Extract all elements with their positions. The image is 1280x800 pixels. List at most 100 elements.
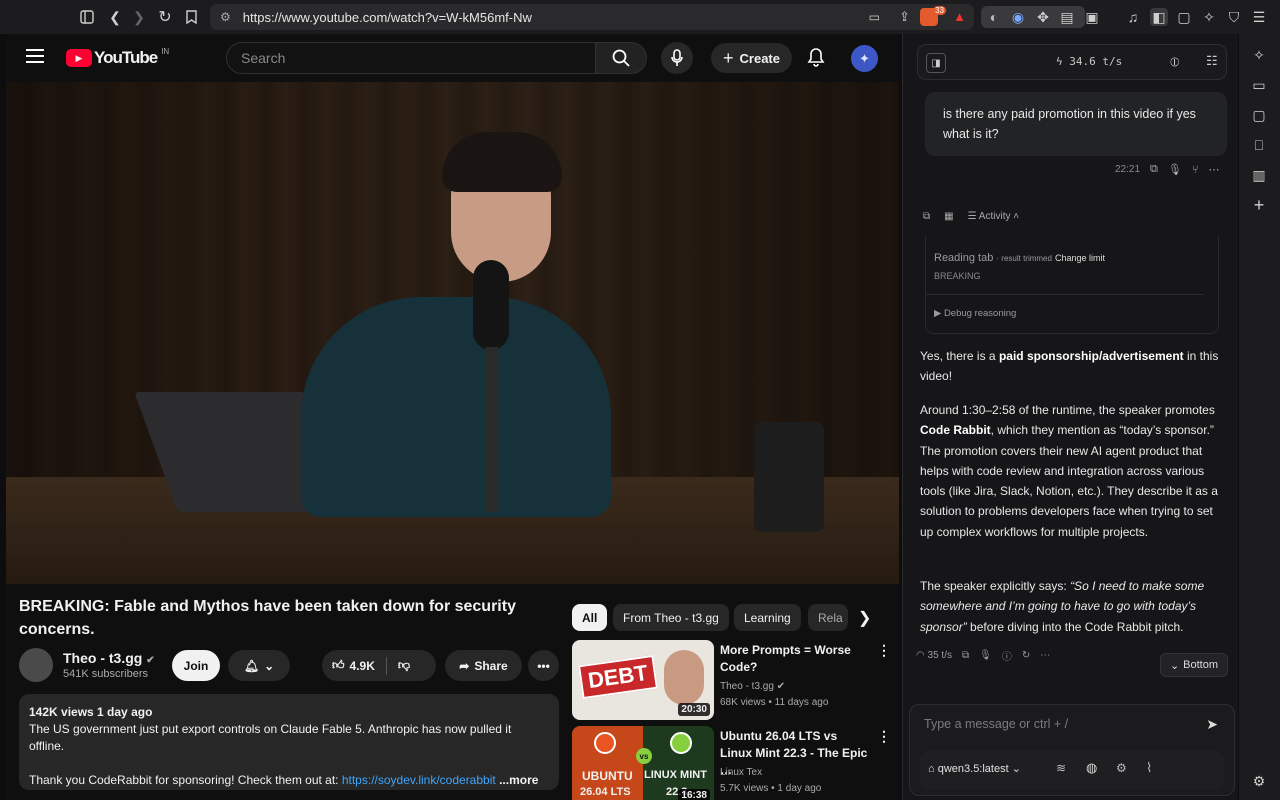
table-icon[interactable]: ▦ [944, 211, 953, 222]
microphone-icon[interactable]: 🎙︎ [979, 650, 992, 661]
wallet-icon[interactable]: ▢ [1250, 106, 1268, 124]
video-thumbnail[interactable]: vs UBUNTU LINUX MINT 26.04 LTS 22.3 16:3… [572, 726, 714, 800]
sidebar-toggle-icon[interactable]: ◧ [1150, 8, 1168, 26]
send-icon[interactable]: ➤ [1206, 716, 1218, 733]
more-vertical-icon[interactable]: ⋮ [877, 728, 891, 745]
cast-icon[interactable]: ▭ [869, 10, 880, 24]
bookmark-icon[interactable] [182, 8, 200, 26]
description-line: Thank you CodeRabbit for sponsoring! Che… [29, 773, 342, 787]
message-input[interactable]: Type a message or ctrl + / [924, 717, 1068, 731]
video-duration: 16:38 [678, 789, 710, 800]
menu-icon[interactable]: ☰ [1250, 8, 1268, 26]
extension-icon[interactable]: ◐ [985, 8, 1003, 26]
microphone-icon[interactable]: 🎙︎ [1168, 163, 1182, 176]
show-more-link[interactable]: ...more [499, 773, 538, 787]
search-input[interactable]: Search [226, 42, 596, 74]
brain-icon[interactable]: ⦶ [1170, 54, 1179, 70]
activity-panel: Reading tab · result trimmed Change limi… [925, 236, 1219, 334]
recommendation-meta: 5.7K views • 1 day ago [720, 783, 822, 794]
scroll-bottom-button[interactable]: ⌄ Bottom [1160, 653, 1228, 677]
join-button[interactable]: Join [172, 650, 220, 681]
like-icon[interactable]: 👍︎ [332, 658, 345, 673]
branch-icon[interactable]: ⑂ [1192, 164, 1199, 176]
robot-icon: ⌂ [928, 763, 935, 775]
activity-toggle[interactable]: ☰ Activity ˄ [968, 211, 1020, 222]
reload-icon[interactable]: ↻ [156, 8, 174, 26]
forward-icon[interactable]: ❯ [130, 8, 148, 26]
voice-search-button[interactable] [661, 42, 693, 74]
plus-icon: + [723, 47, 734, 68]
globe-icon[interactable]: ◍ [1086, 760, 1097, 776]
extensions-icon[interactable]: ✥ [1034, 8, 1052, 26]
panel-toggle-icon[interactable]: ◨ [926, 53, 946, 73]
copy-icon[interactable]: ⧉ [962, 650, 969, 661]
playlist-icon[interactable]: ▭ [1250, 76, 1268, 94]
model-selector[interactable]: ⌂ qwen3.5:latest ⌄ [928, 762, 1021, 775]
regenerate-icon[interactable]: ↻ [1022, 650, 1030, 661]
response-bold: Code Rabbit [920, 423, 991, 438]
address-bar[interactable]: ⚙ https://www.youtube.com/watch?v=W-kM56… [210, 4, 974, 30]
add-panel-icon[interactable]: + [1250, 195, 1268, 215]
chip-from-channel[interactable]: From Theo - t3.gg [613, 604, 729, 631]
sources-icon[interactable]: ⧉ [923, 211, 930, 222]
subscribe-bell-button[interactable]: 🔔︎ ⌄ [228, 650, 290, 681]
vpn-icon[interactable]: ⛉ [1225, 8, 1243, 26]
share-icon[interactable]: ⇪ [899, 9, 910, 25]
chip-learning[interactable]: Learning [734, 604, 801, 631]
ubuntu-logo-icon [594, 732, 616, 754]
extension-icon[interactable]: ◉ [1009, 8, 1027, 26]
video-player[interactable] [6, 82, 899, 584]
share-button[interactable]: ➦ Share [445, 650, 522, 681]
hamburger-menu-icon[interactable] [26, 49, 44, 63]
channel-avatar[interactable] [19, 648, 53, 682]
more-vertical-icon[interactable]: ⋮ [877, 642, 891, 659]
tools-icon[interactable]: ⚙ [1116, 761, 1127, 775]
leo-icon[interactable]: ✧ [1200, 8, 1218, 26]
chip-related[interactable]: Rela [808, 604, 848, 631]
url-text: https://www.youtube.com/watch?v=W-kM56mf… [242, 9, 532, 25]
change-limit-link[interactable]: Change limit [1055, 253, 1105, 263]
video-thumbnail[interactable]: DEBT 20:30 [572, 640, 714, 720]
reading-tab-label: Reading tab [934, 252, 994, 264]
recommendation-item[interactable]: vs UBUNTU LINUX MINT 26.04 LTS 22.3 16:3… [572, 726, 894, 800]
search-button[interactable] [595, 42, 647, 74]
recommendation-item[interactable]: DEBT 20:30 More Prompts = Worse Code? Th… [572, 640, 894, 720]
like-count[interactable]: 4.9K [350, 659, 375, 673]
browser-toolbar: ❮ ❯ ↻ ⚙ https://www.youtube.com/watch?v=… [0, 0, 1280, 34]
debug-reasoning-toggle[interactable]: ▶ Debug reasoning [934, 308, 1016, 319]
reading-list-icon[interactable]: ▥ [1250, 166, 1268, 184]
chip-all[interactable]: All [572, 604, 608, 631]
search-tab-icon[interactable]: ▣ [1083, 8, 1101, 26]
youtube-page: ▶ YouTube IN Search + Create ✦ BREAKING: … [6, 34, 899, 800]
info-icon[interactable]: ⓘ [1002, 648, 1012, 663]
sidebar-icon[interactable] [78, 8, 96, 26]
notifications-bell-icon[interactable] [807, 47, 825, 72]
attachment-icon[interactable]: ⌇ [1146, 760, 1152, 776]
back-icon[interactable]: ❮ [106, 8, 124, 26]
youtube-logo[interactable]: ▶ YouTube IN [66, 47, 169, 68]
video-duration: 20:30 [678, 703, 710, 716]
chips-next-chevron-icon[interactable]: ❯ [858, 608, 871, 628]
brave-rewards-icon[interactable]: ▲ [953, 9, 966, 24]
create-button[interactable]: + Create [711, 43, 792, 73]
more-horizontal-icon[interactable]: ⋯ [1040, 650, 1050, 661]
avatar[interactable]: ✦ [851, 45, 878, 72]
more-actions-button[interactable]: ••• [528, 650, 559, 681]
media-icon[interactable]: ♫ [1124, 8, 1142, 26]
wallet-icon[interactable]: ▢ [1175, 8, 1193, 26]
leo-ai-icon[interactable]: ✧ [1250, 46, 1268, 64]
settings-gear-icon[interactable]: ⚙ [1250, 772, 1268, 790]
copy-icon[interactable]: ⧉ [1150, 163, 1158, 176]
layers-icon[interactable]: ≋ [1056, 761, 1066, 775]
bookmarks-icon[interactable]: ⎕ [1250, 136, 1268, 154]
youtube-play-icon: ▶ [66, 49, 92, 67]
more-horizontal-icon[interactable]: ⋯ [1208, 163, 1219, 176]
dislike-icon[interactable]: 👎︎ [398, 658, 410, 673]
sponsor-link[interactable]: https://soydev.link/coderabbit [342, 773, 496, 787]
channel-name[interactable]: Theo - t3.gg ✔ [63, 650, 155, 666]
site-settings-icon[interactable]: ⚙ [220, 10, 231, 24]
layout-icon[interactable]: ☷ [1206, 53, 1218, 69]
video-description[interactable]: 142K views 1 day ago The US government j… [19, 694, 559, 790]
reader-icon[interactable]: ▤ [1058, 8, 1076, 26]
response-text: before diving into the Code Rabbit pitch… [966, 619, 1184, 634]
